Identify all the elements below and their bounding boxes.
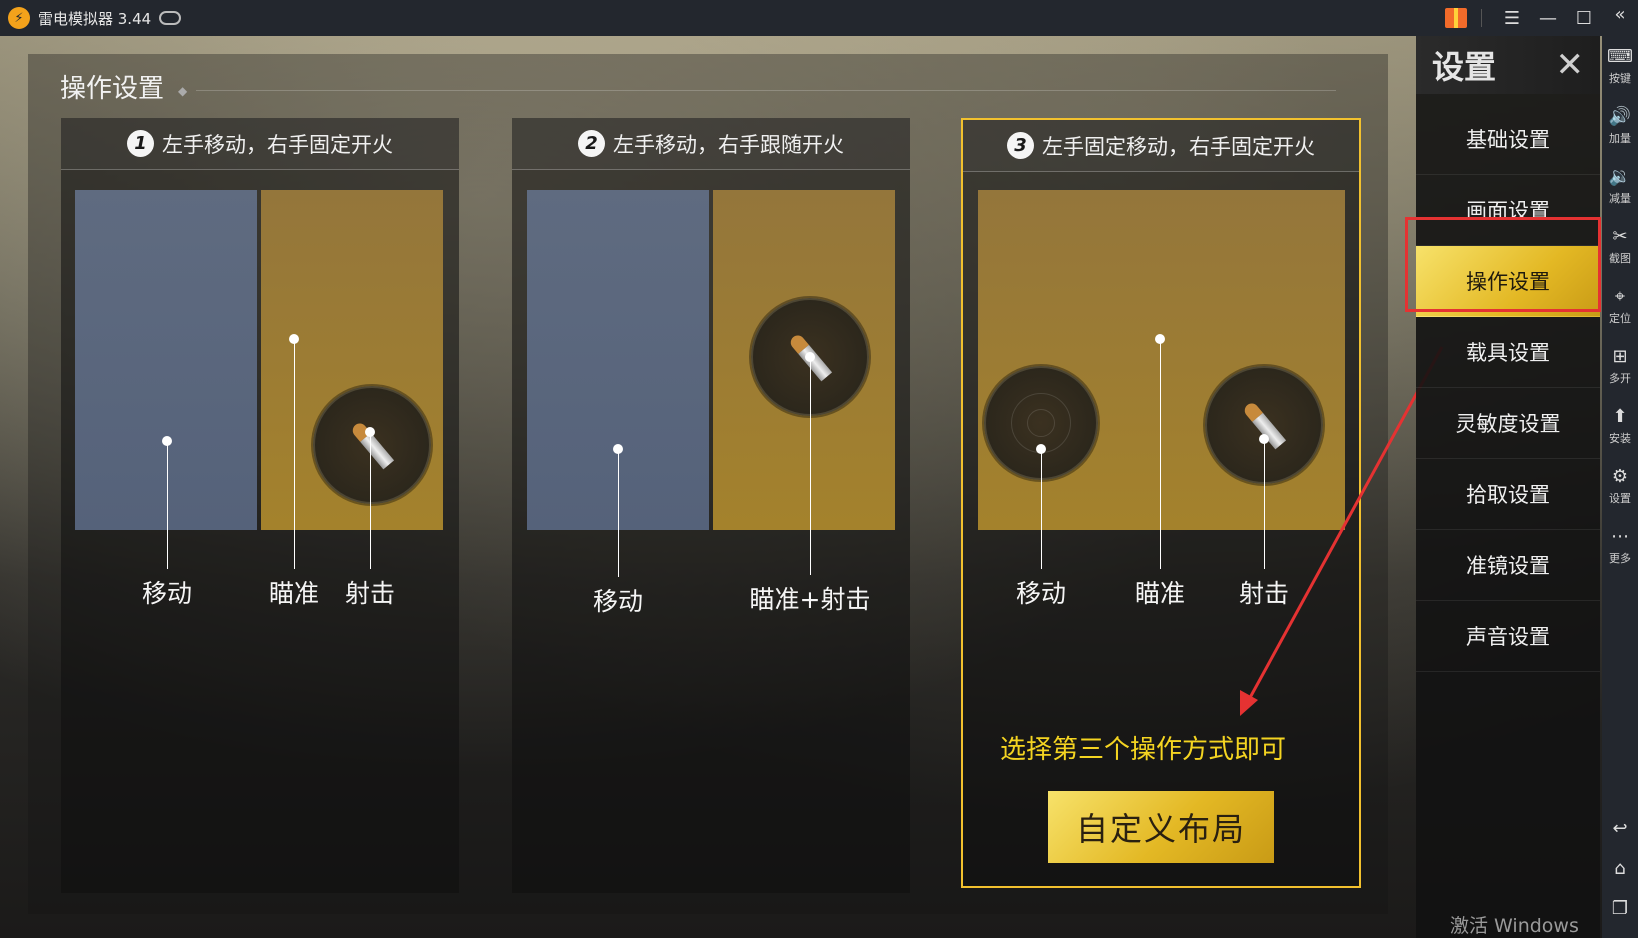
tool-strip: « ⌨ 按键 🔊 加量 🔉 减量 ✂ 截图 ⌖ 定位 ⊞ 多开 ⬆ 安装 ⚙ 设置 ⋯ 更多 ↩ …: [1602, 0, 1638, 938]
menu-vehicle-settings[interactable]: 载具设置: [1416, 317, 1600, 388]
menu-sound-settings[interactable]: 声音设置: [1416, 601, 1600, 672]
multi-window-icon: ⊞: [1612, 346, 1628, 367]
tool-volume-up[interactable]: 🔊 加量: [1602, 106, 1638, 146]
menu-sensitivity-settings[interactable]: 灵敏度设置: [1416, 388, 1600, 459]
tool-multi-instance[interactable]: ⊞ 多开: [1602, 346, 1638, 386]
highlight-box: [1405, 217, 1601, 312]
tool-volume-down[interactable]: 🔉 减量: [1602, 166, 1638, 206]
gear-icon: ⚙: [1611, 466, 1629, 487]
tool-more[interactable]: ⋯ 更多: [1602, 526, 1638, 566]
settings-title: 设置: [1432, 48, 1497, 86]
tool-screenshot[interactable]: ✂ 截图: [1602, 226, 1638, 266]
recent-apps-icon[interactable]: ❐: [1602, 898, 1638, 920]
collapse-icon[interactable]: «: [1602, 4, 1638, 26]
menu-pickup-settings[interactable]: 拾取设置: [1416, 459, 1600, 530]
keyboard-icon: ⌨: [1607, 46, 1633, 67]
menu-scope-settings[interactable]: 准镜设置: [1416, 530, 1600, 601]
volume-down-icon: 🔉: [1608, 166, 1632, 187]
scissors-icon: ✂: [1612, 226, 1628, 247]
settings-sidebar: 设置 ✕ 基础设置 画面设置 操作设置 载具设置 灵敏度设置 拾取设置 准镜设置…: [1416, 36, 1600, 938]
windows-activation-watermark: 激活 Windows: [1450, 915, 1579, 937]
home-icon[interactable]: ⌂: [1602, 858, 1638, 880]
menu-basic-settings[interactable]: 基础设置: [1416, 104, 1600, 175]
location-pin-icon: ⌖: [1614, 286, 1626, 307]
more-icon: ⋯: [1611, 526, 1629, 547]
back-icon[interactable]: ↩: [1602, 818, 1638, 840]
tool-install-apk[interactable]: ⬆ 安装: [1602, 406, 1638, 446]
volume-up-icon: 🔊: [1608, 106, 1632, 127]
tool-keymap[interactable]: ⌨ 按键: [1602, 46, 1638, 86]
settings-header: 设置 ✕: [1416, 36, 1600, 94]
tool-location[interactable]: ⌖ 定位: [1602, 286, 1638, 326]
apk-icon: ⬆: [1612, 406, 1628, 427]
annotation-arrow: [1240, 346, 1444, 716]
settings-close-icon[interactable]: ✕: [1556, 45, 1585, 85]
tool-settings[interactable]: ⚙ 设置: [1602, 466, 1638, 506]
emulator-window: ⚡ 雷电模拟器 3.44 ☰ — ☐ ✕ 操作设置 ◆ 1 左手移动，右手固定开…: [0, 0, 1638, 938]
